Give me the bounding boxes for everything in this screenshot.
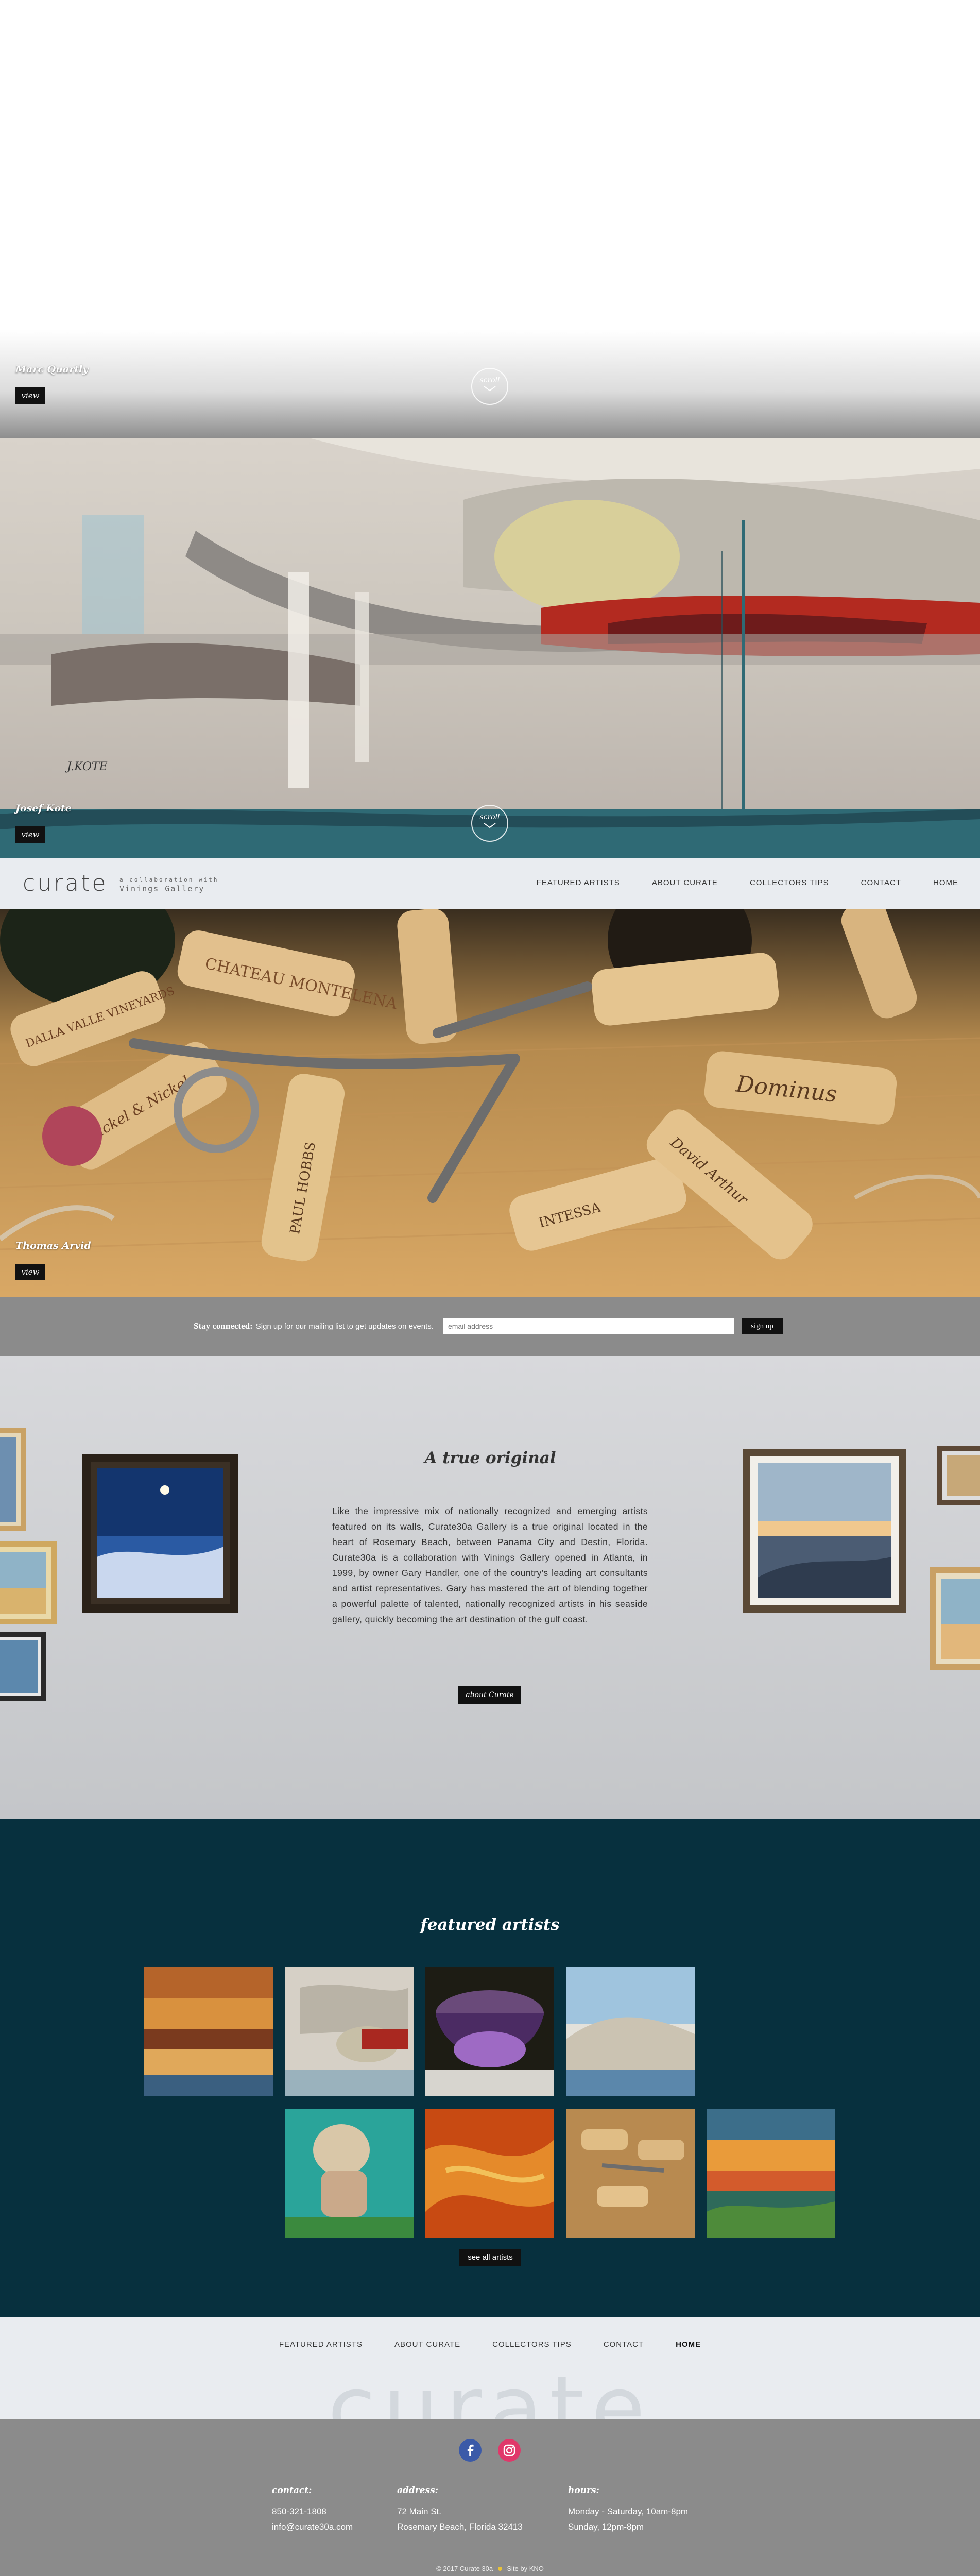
footer-nav-featured-artists[interactable]: FEATURED ARTISTS [279, 2340, 363, 2349]
site-credit-dot-icon [497, 2567, 502, 2571]
footer-nav: FEATURED ARTISTS ABOUT CURATE COLLECTORS… [0, 2340, 980, 2349]
about-description: Like the impressive mix of nationally re… [332, 1506, 648, 1624]
footer-nav-section: FEATURED ARTISTS ABOUT CURATE COLLECTORS… [0, 2317, 980, 2419]
footer-nav-contact[interactable]: CONTACT [604, 2340, 644, 2349]
see-all-artists-button[interactable]: see all artists [459, 2249, 521, 2266]
hours-line2: Sunday, 12pm-8pm [568, 2522, 644, 2532]
framed-artwork [930, 1567, 980, 1670]
copyright-bar: © 2017 Curate 30a Site by KNO [0, 2565, 980, 2572]
address-line2: Rosemary Beach, Florida 32413 [397, 2522, 523, 2532]
view-button[interactable]: view [15, 387, 45, 404]
scroll-label: scroll [479, 813, 500, 821]
artist-thumbnail[interactable] [425, 2109, 554, 2238]
framed-artwork [0, 1541, 57, 1624]
logo-tagline-line1: a collaboration with [119, 876, 219, 883]
footer-nav-collectors-tips[interactable]: COLLECTORS TIPS [492, 2340, 572, 2349]
hero-slide-marc-quartly: Marc Quartly view scroll [0, 0, 980, 438]
nav-featured-artists[interactable]: FEATURED ARTISTS [537, 878, 620, 887]
copyright-text: © 2017 Curate 30a [436, 2565, 493, 2572]
contact-heading: contact: [272, 2485, 312, 2496]
featured-artists-title: featured artists [420, 1916, 560, 1934]
nav-about-curate[interactable]: ABOUT CURATE [652, 878, 718, 887]
nav-collectors-tips[interactable]: COLLECTORS TIPS [750, 878, 829, 887]
facebook-icon [459, 2439, 482, 2462]
artist-thumbnail[interactable] [285, 1967, 414, 2096]
artist-thumbnail[interactable] [285, 2109, 414, 2238]
sign-up-button[interactable]: sign up [741, 1318, 783, 1334]
about-section: A true original Like the impressive mix … [0, 1356, 980, 1819]
thomas-arvid-painting: CHATEAU MONTELENA Dominus PAUL HOBBS Nic… [0, 909, 980, 1297]
scroll-button[interactable]: scroll [471, 805, 508, 842]
framed-artwork [0, 1632, 46, 1701]
footer-nav-home[interactable]: HOME [676, 2340, 701, 2349]
view-button[interactable]: view [15, 826, 45, 843]
scroll-label: scroll [479, 376, 500, 384]
framed-artwork [0, 1428, 26, 1531]
scroll-button[interactable]: scroll [471, 368, 508, 405]
hero-slide-thomas-arvid: CHATEAU MONTELENA Dominus PAUL HOBBS Nic… [0, 909, 980, 1297]
footer-background-logo: curate [328, 2358, 652, 2419]
chevron-down-icon [484, 386, 496, 392]
footer-nav-about-curate[interactable]: ABOUT CURATE [394, 2340, 460, 2349]
hours-heading: hours: [568, 2485, 599, 2496]
nav-home[interactable]: HOME [933, 878, 958, 887]
josef-kote-painting: J.KOTE [0, 438, 980, 858]
featured-artists-section: featured artists see all artists [0, 1819, 980, 2317]
email-link[interactable]: info@curate30a.com [272, 2519, 353, 2535]
framed-artwork [937, 1446, 980, 1505]
about-title: A true original [424, 1449, 556, 1467]
hero-slide-josef-kote: J.KOTE Josef Kote view scroll [0, 438, 980, 858]
artist-thumbnail[interactable] [144, 1967, 273, 2096]
framed-artwork-ocean [82, 1454, 238, 1613]
slide-artist-name: Josef Kote [15, 803, 72, 814]
artist-thumbnail[interactable] [707, 2109, 835, 2238]
view-button[interactable]: view [15, 1264, 45, 1280]
newsletter-label: Stay connected: [194, 1321, 253, 1331]
site-credit-link[interactable]: Site by KNO [507, 2565, 544, 2572]
chevron-down-icon [484, 823, 496, 828]
artist-thumbnail[interactable] [566, 2109, 695, 2238]
artist-thumbnail[interactable] [425, 1967, 554, 2096]
newsletter-bar: Stay connected: Sign up for our mailing … [0, 1297, 980, 1356]
site-footer: contact: 850-321-1808 info@curate30a.com… [0, 2419, 980, 2576]
hours-line1: Monday - Saturday, 10am-8pm [568, 2506, 689, 2516]
phone-number[interactable]: 850-321-1808 [272, 2504, 353, 2519]
footer-address: address: 72 Main St. Rosemary Beach, Flo… [397, 2485, 523, 2535]
painting-signature: J.KOTE [65, 760, 108, 773]
logo-tagline-line2: Vinings Gallery [119, 884, 205, 893]
about-curate-button[interactable]: about Curate [458, 1686, 521, 1704]
artist-thumbnail[interactable] [566, 1967, 695, 2096]
address-line1: 72 Main St. [397, 2506, 441, 2516]
footer-contact: contact: 850-321-1808 info@curate30a.com [272, 2485, 353, 2535]
instagram-icon [498, 2439, 521, 2462]
address-heading: address: [397, 2485, 438, 2496]
nav-contact[interactable]: CONTACT [861, 878, 901, 887]
framed-artwork-beach-dune [743, 1449, 906, 1613]
site-logo[interactable]: curate [23, 870, 108, 896]
instagram-link[interactable] [498, 2439, 521, 2462]
logo-tagline: a collaboration with Vinings Gallery [119, 876, 218, 893]
main-nav: FEATURED ARTISTS ABOUT CURATE COLLECTORS… [537, 878, 958, 887]
newsletter-text: Sign up for our mailing list to get upda… [255, 1321, 434, 1331]
facebook-link[interactable] [459, 2439, 482, 2462]
footer-hours: hours: Monday - Saturday, 10am-8pm Sunda… [568, 2485, 688, 2535]
slide-artist-name: Thomas Arvid [15, 1240, 91, 1251]
slide-artist-name: Marc Quartly [15, 364, 89, 375]
email-field[interactable] [442, 1318, 734, 1334]
site-header: curate a collaboration with Vinings Gall… [0, 858, 980, 909]
